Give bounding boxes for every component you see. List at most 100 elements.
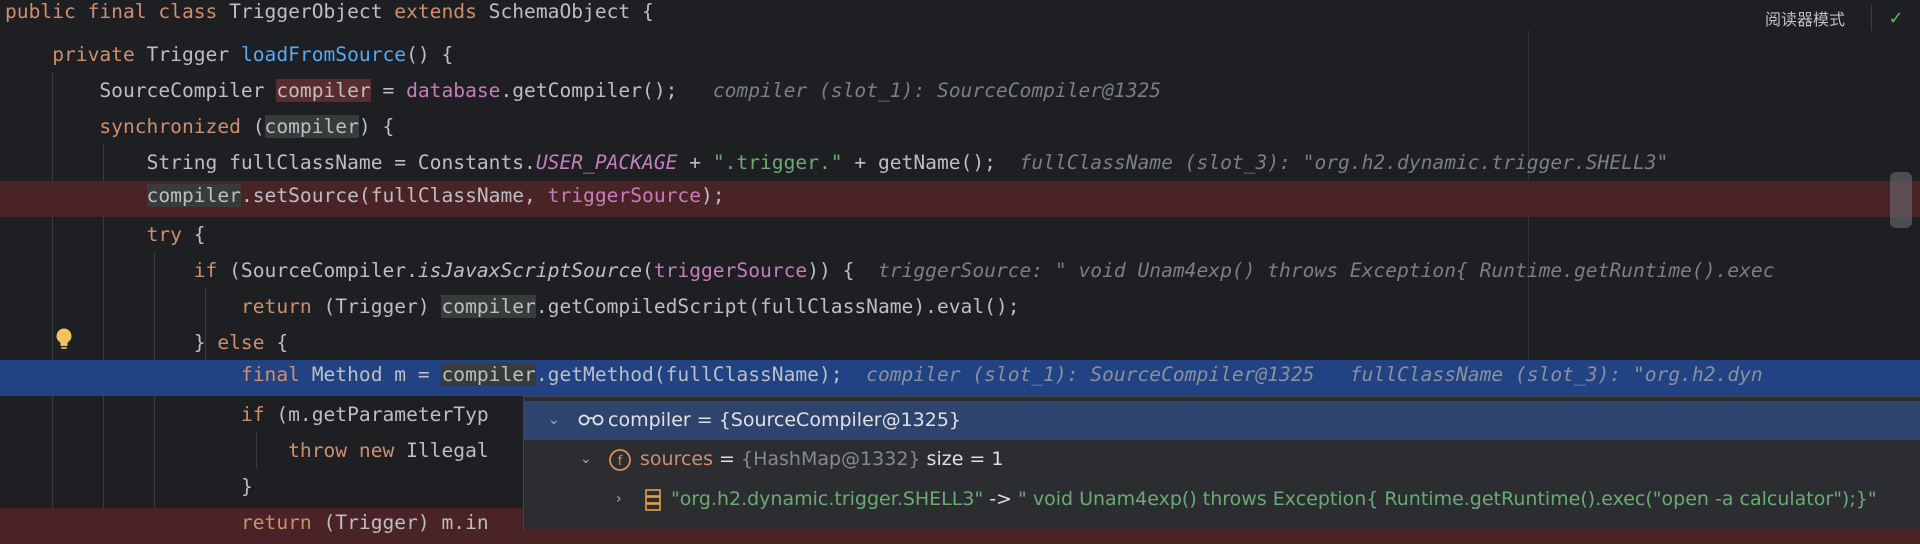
code-text: );: [701, 184, 725, 207]
code-text: () {: [406, 43, 454, 66]
keyword: if: [240, 403, 265, 426]
inline-debug-value: triggerSource: " void Unam4exp() throws …: [877, 259, 1775, 282]
variable-row-map-entry[interactable]: › "org.h2.dynamic.trigger.SHELL3" -> " v…: [524, 480, 1920, 519]
string-literal: ".trigger.": [712, 151, 843, 174]
inline-debug-value: compiler (slot_1): SourceCompiler@1325: [712, 79, 1162, 102]
method-name: isJavaxScriptSource: [417, 259, 643, 282]
variable-row-compiler[interactable]: ⌄ compiler = {SourceCompiler@1325}: [524, 401, 1920, 440]
check-icon[interactable]: ✓: [1872, 8, 1920, 29]
code-text: SchemaObject {: [476, 0, 654, 23]
keyword: return: [240, 295, 312, 318]
keyword: new: [358, 439, 395, 462]
keyword: else: [217, 331, 265, 354]
keyword: return: [240, 511, 312, 534]
chevron-down-icon[interactable]: ⌄: [580, 440, 592, 479]
field-icon: f: [609, 449, 631, 471]
map-key: "org.h2.dynamic.trigger.SHELL3": [671, 488, 984, 510]
chevron-right-icon[interactable]: ›: [616, 480, 622, 519]
variable-compiler: compiler: [146, 184, 241, 207]
code-text: }: [240, 475, 253, 498]
keyword: private: [52, 43, 135, 66]
equals-sign: =: [690, 409, 719, 431]
code-text: }: [193, 331, 218, 354]
variable-type: {HashMap@1332}: [741, 448, 921, 470]
editor-top-toolbar: 阅读器模式 ✓: [1765, 0, 1920, 36]
variable-name: sources: [640, 448, 713, 470]
static-constant: USER_PACKAGE: [535, 151, 678, 174]
code-text: (Trigger): [311, 295, 442, 318]
inline-debug-value: fullClassName (slot_3): "org.h2.dynamic.…: [1019, 151, 1669, 174]
keyword: final: [87, 0, 147, 23]
reader-mode-button[interactable]: 阅读器模式: [1765, 6, 1871, 30]
variable-name: compiler: [608, 409, 691, 431]
code-text: (SourceCompiler.: [217, 259, 418, 282]
variable-compiler: compiler: [264, 115, 359, 138]
variable-label: compiler = {SourceCompiler@1325}: [608, 401, 961, 440]
map-entry-label: "org.h2.dynamic.trigger.SHELL3" -> " voi…: [671, 480, 1877, 519]
parameter: triggerSource: [653, 259, 808, 282]
code-text: (Trigger) m.in: [311, 511, 489, 534]
variable-compiler: compiler: [276, 79, 371, 102]
code-text: {: [264, 331, 289, 354]
variable-value: {SourceCompiler@1325}: [718, 409, 962, 431]
lightbulb-icon[interactable]: [52, 326, 76, 352]
code-line-4[interactable]: synchronized (compiler) {: [0, 112, 1920, 148]
code-text: ) {: [358, 115, 395, 138]
code-text: (m.getParameterTyp: [264, 403, 489, 426]
code-text: )) {: [807, 259, 855, 282]
code-text: +: [677, 151, 713, 174]
keyword: final: [240, 363, 300, 386]
map-entry-icon: [645, 489, 661, 511]
field-database: database: [406, 79, 501, 102]
code-text: .getCompiler();: [500, 79, 678, 102]
code-text: .getMethod(fullClassName);: [535, 363, 843, 386]
scrollbar-thumb[interactable]: [1890, 172, 1912, 228]
code-text: .getCompiledScript(fullClassName).eval()…: [535, 295, 1020, 318]
type-name: Trigger: [134, 43, 241, 66]
equals-sign: =: [713, 448, 741, 470]
keyword: public: [5, 0, 76, 23]
code-line-10[interactable]: } else {: [0, 328, 1920, 364]
keyword: if: [193, 259, 218, 282]
code-text: Method m =: [299, 363, 442, 386]
code-line-2[interactable]: private Trigger loadFromSource() {: [0, 40, 1920, 76]
code-text: =: [370, 79, 407, 102]
code-text: .setSource(fullClassName,: [240, 184, 548, 207]
code-text: + getName();: [842, 151, 996, 174]
type-name: SourceCompiler: [99, 79, 277, 102]
class-name: TriggerObject: [217, 0, 395, 23]
code-line-6-breakpoint[interactable]: compiler.setSource(fullClassName, trigge…: [0, 181, 1920, 217]
variable-row-sources[interactable]: ⌄ f sources = {HashMap@1332} size = 1: [524, 440, 1920, 479]
code-line-11-current[interactable]: final Method m = compiler.getMethod(full…: [0, 360, 1920, 396]
chevron-down-icon[interactable]: ⌄: [548, 401, 560, 440]
code-line-5[interactable]: String fullClassName = Constants.USER_PA…: [0, 148, 1920, 184]
code-text: String fullClassName = Constants.: [146, 151, 536, 174]
code-text: (: [642, 259, 654, 282]
variable-label: sources = {HashMap@1332} size = 1: [640, 440, 1003, 479]
keyword: extends: [394, 0, 477, 23]
map-arrow: ->: [983, 488, 1019, 510]
code-line-7[interactable]: try {: [0, 220, 1920, 256]
svg-text:f: f: [618, 454, 623, 469]
inline-debug-value: fullClassName (slot_3): "org.h2.dyn: [1349, 363, 1763, 386]
watch-glasses-icon: [578, 414, 604, 426]
code-line-9[interactable]: return (Trigger) compiler.getCompiledScr…: [0, 292, 1920, 328]
keyword: try: [146, 223, 182, 246]
collection-size: size = 1: [926, 448, 1004, 470]
debug-variables-popup[interactable]: ⌄ compiler = {SourceCompiler@1325} ⌄ f s…: [523, 396, 1920, 530]
keyword: throw: [288, 439, 348, 462]
parameter: triggerSource: [547, 184, 702, 207]
code-text: Illegal: [394, 439, 489, 462]
map-value: " void Unam4exp() throws Exception{ Runt…: [1018, 488, 1877, 510]
keyword: class: [158, 0, 218, 23]
code-line-8[interactable]: if (SourceCompiler.isJavaxScriptSource(t…: [0, 256, 1920, 292]
code-text: (: [240, 115, 265, 138]
variable-compiler: compiler: [441, 363, 536, 386]
inline-debug-value: compiler (slot_1): SourceCompiler@1325: [866, 363, 1315, 386]
method-name: loadFromSource: [240, 43, 407, 66]
code-text: {: [181, 223, 206, 246]
code-line-3[interactable]: SourceCompiler compiler = database.getCo…: [0, 76, 1920, 112]
variable-compiler: compiler: [441, 295, 536, 318]
keyword: synchronized: [99, 115, 241, 138]
code-line-1[interactable]: public final class TriggerObject extends…: [0, 0, 1920, 33]
